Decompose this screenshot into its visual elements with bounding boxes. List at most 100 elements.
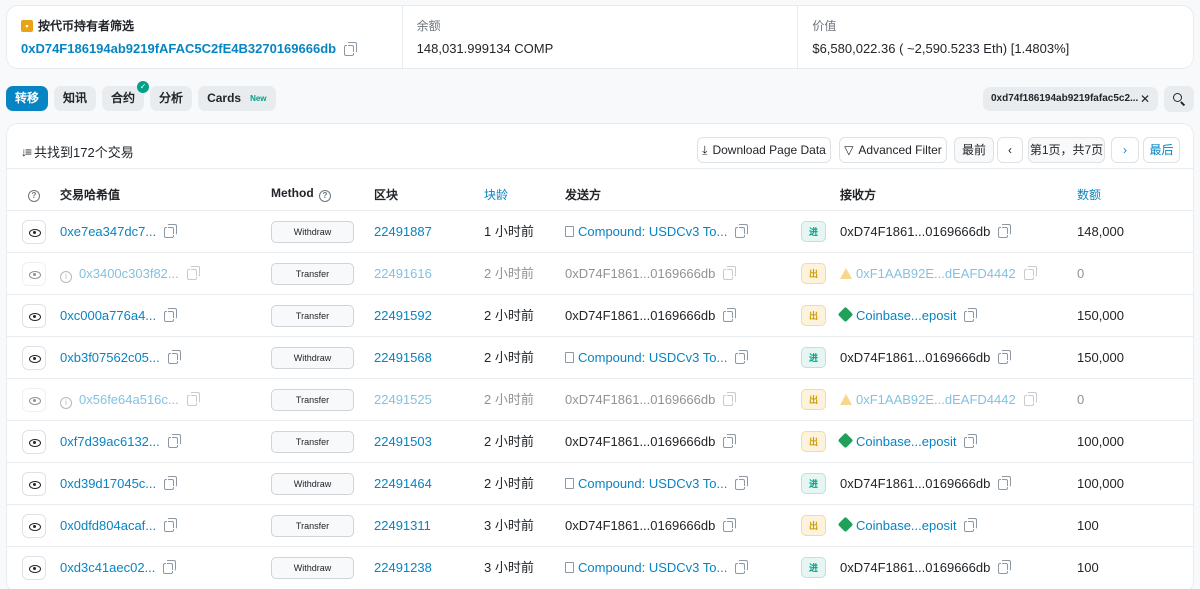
- to-address[interactable]: 0xF1AAB92E...dEAFD4442: [856, 392, 1016, 407]
- eye-icon[interactable]: [22, 514, 46, 538]
- balance-label: 余额: [416, 19, 441, 33]
- block-number[interactable]: 22491887: [374, 224, 432, 239]
- tx-hash[interactable]: 0xb3f07562c05...: [60, 350, 160, 365]
- eye-icon[interactable]: [22, 472, 46, 496]
- method-info-icon[interactable]: ?: [319, 190, 331, 202]
- copy-icon[interactable]: [167, 434, 181, 448]
- block-number[interactable]: 22491592: [374, 308, 432, 323]
- from-address[interactable]: Compound: USDCv3 To...: [578, 560, 727, 575]
- tab-contract[interactable]: 合约 ✓: [102, 81, 150, 111]
- copy-icon[interactable]: [164, 476, 178, 490]
- to-cell: 0xD74F1861...0169666db: [840, 211, 1012, 253]
- prev-page-button[interactable]: ‹: [997, 137, 1023, 163]
- first-page-button[interactable]: 最前: [954, 137, 994, 163]
- method-badge: Transfer: [271, 305, 354, 327]
- age-cell: 2 小时前: [484, 253, 534, 295]
- block-cell: 22491616: [374, 253, 432, 295]
- copy-icon[interactable]: [998, 560, 1012, 574]
- block-number[interactable]: 22491503: [374, 434, 432, 449]
- copy-icon[interactable]: [723, 392, 737, 406]
- copy-icon[interactable]: [964, 434, 978, 448]
- copy-icon[interactable]: [186, 392, 200, 406]
- copy-icon[interactable]: [735, 560, 749, 574]
- from-address[interactable]: Compound: USDCv3 To...: [578, 476, 727, 491]
- coinbase-icon: [837, 516, 854, 533]
- copy-icon[interactable]: [723, 434, 737, 448]
- copy-icon[interactable]: [164, 518, 178, 532]
- eye-icon[interactable]: [22, 220, 46, 244]
- next-page-button[interactable]: ›: [1111, 137, 1139, 163]
- block-number[interactable]: 22491238: [374, 560, 432, 575]
- header-age[interactable]: 块龄: [484, 186, 508, 203]
- tab-info[interactable]: 知讯: [54, 86, 97, 111]
- tx-hash[interactable]: 0xf7d39ac6132...: [60, 434, 160, 449]
- from-cell: 0xD74F1861...0169666db: [565, 379, 737, 421]
- copy-icon[interactable]: [1023, 266, 1037, 280]
- direction-badge: 进: [801, 473, 826, 494]
- eye-icon[interactable]: [22, 262, 46, 286]
- copy-icon[interactable]: [186, 266, 200, 280]
- address-filter-chip[interactable]: 0xd74f186194ab9219fafac5c2... ✕: [983, 87, 1158, 111]
- to-address[interactable]: Coinbase...eposit: [856, 434, 956, 449]
- eye-icon[interactable]: [22, 388, 46, 412]
- block-number[interactable]: 22491525: [374, 392, 432, 407]
- block-number[interactable]: 22491464: [374, 476, 432, 491]
- tx-hash[interactable]: 0x56fe64a516c...: [79, 392, 179, 407]
- tab-analytics[interactable]: 分析: [150, 86, 193, 111]
- to-address[interactable]: Coinbase...eposit: [856, 518, 956, 533]
- to-address[interactable]: 0xF1AAB92E...dEAFD4442: [856, 266, 1016, 281]
- eye-icon[interactable]: [22, 304, 46, 328]
- last-page-button[interactable]: 最后: [1143, 137, 1180, 163]
- copy-icon[interactable]: [723, 308, 737, 322]
- copy-icon[interactable]: [164, 308, 178, 322]
- from-address[interactable]: Compound: USDCv3 To...: [578, 224, 727, 239]
- copy-icon[interactable]: [723, 266, 737, 280]
- from-address: 0xD74F1861...0169666db: [565, 266, 716, 281]
- header-amount[interactable]: 数额: [1077, 186, 1101, 203]
- tx-hash[interactable]: 0xd3c41aec02...: [60, 560, 155, 575]
- copy-icon[interactable]: [998, 476, 1012, 490]
- block-number[interactable]: 22491616: [374, 266, 432, 281]
- block-number[interactable]: 22491311: [374, 518, 431, 533]
- copy-icon[interactable]: [164, 224, 178, 238]
- block-number[interactable]: 22491568: [374, 350, 432, 365]
- tx-hash[interactable]: 0xe7ea347dc7...: [60, 224, 156, 239]
- amount-cell: 0: [1077, 253, 1084, 295]
- download-page-data-button[interactable]: ⤓ Download Page Data: [697, 137, 831, 163]
- from-cell: Compound: USDCv3 To...: [565, 547, 749, 589]
- close-icon[interactable]: ✕: [1140, 87, 1150, 111]
- copy-icon[interactable]: [163, 560, 177, 574]
- copy-icon[interactable]: [167, 350, 181, 364]
- search-button[interactable]: [1164, 86, 1194, 112]
- tx-hash[interactable]: 0xc000a776a4...: [60, 308, 156, 323]
- tx-hash[interactable]: 0xd39d17045c...: [60, 476, 156, 491]
- hash-cell: 0xb3f07562c05...: [60, 337, 181, 379]
- eye-cell: [7, 253, 57, 295]
- tx-hash[interactable]: 0x3400c303f82...: [79, 266, 179, 281]
- eye-icon[interactable]: [22, 556, 46, 580]
- tab-cards[interactable]: Cards New: [198, 86, 276, 111]
- tab-transfers[interactable]: 转移: [6, 86, 49, 111]
- copy-icon[interactable]: [1023, 392, 1037, 406]
- copy-icon[interactable]: [723, 518, 737, 532]
- header-method: Method ?: [271, 186, 331, 202]
- copy-icon[interactable]: [344, 42, 358, 56]
- copy-icon[interactable]: [735, 350, 749, 364]
- from-address[interactable]: Compound: USDCv3 To...: [578, 350, 727, 365]
- to-address[interactable]: Coinbase...eposit: [856, 308, 956, 323]
- to-cell: 0xF1AAB92E...dEAFD4442: [840, 253, 1037, 295]
- advanced-filter-button[interactable]: ▽ Advanced Filter: [839, 137, 947, 163]
- filter-address[interactable]: 0xD74F186194ab9219fAFAC5C2fE4B3270169666…: [21, 41, 336, 56]
- copy-icon[interactable]: [998, 224, 1012, 238]
- method-badge: Withdraw: [271, 347, 354, 369]
- sort-icon[interactable]: ↓≡: [21, 145, 32, 159]
- copy-icon[interactable]: [964, 518, 978, 532]
- copy-icon[interactable]: [964, 308, 978, 322]
- amount: 150,000: [1077, 308, 1124, 323]
- copy-icon[interactable]: [998, 350, 1012, 364]
- copy-icon[interactable]: [735, 476, 749, 490]
- eye-icon[interactable]: [22, 430, 46, 454]
- copy-icon[interactable]: [735, 224, 749, 238]
- tx-hash[interactable]: 0x0dfd804acaf...: [60, 518, 156, 533]
- eye-icon[interactable]: [22, 346, 46, 370]
